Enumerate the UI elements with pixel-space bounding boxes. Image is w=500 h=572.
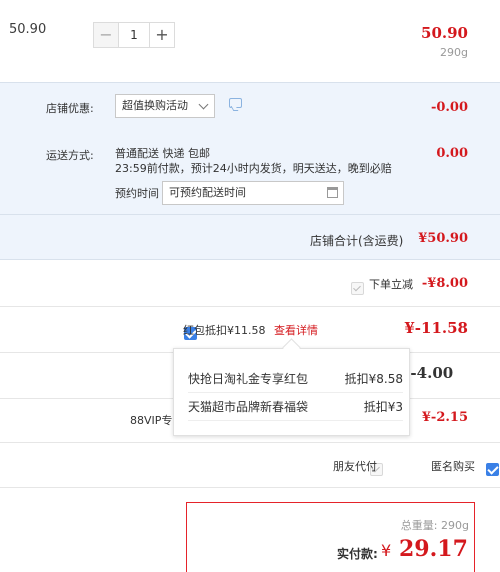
redpacket-name: 天猫超市品牌新春福袋	[188, 400, 309, 414]
shop-promo-amount: -0.00	[430, 100, 468, 115]
item-total-price: 50.90	[421, 24, 468, 42]
appointment-placeholder: 可预约配送时间	[169, 186, 246, 199]
shop-subtotal-amount: ¥50.90	[418, 231, 468, 246]
total-weight: 总重量: 290g	[401, 517, 469, 533]
redpacket-amount: ¥-11.58	[404, 319, 468, 337]
pay-amount: 29.17	[399, 536, 468, 562]
instant-discount-amount: -¥8.00	[421, 276, 468, 291]
instant-discount-label: 下单立减	[369, 278, 413, 291]
redpacket-name: 快抢日淘礼金专享红包	[188, 372, 309, 386]
redpacket-deduct-amount: 抵扣¥8.58	[344, 372, 403, 386]
calendar-icon	[327, 187, 338, 198]
popup-row: 天猫超市品牌新春福袋 抵扣¥3	[188, 393, 403, 421]
quantity-increase-button[interactable]: +	[149, 22, 175, 48]
shipping-amount: 0.00	[436, 146, 468, 161]
redpacket-label: 红包抵扣¥11.58	[183, 324, 266, 337]
chevron-down-icon	[198, 99, 209, 110]
item-weight: 290g	[440, 46, 468, 59]
anonymous-checkbox[interactable]	[486, 463, 500, 476]
total-weight-label: 总重量:	[400, 519, 438, 532]
anonymous-label: 匿名购买	[431, 460, 475, 473]
redpacket-detail-popup: 快抢日淘礼金专享红包 抵扣¥8.58 天猫超市品牌新春福袋 抵扣¥3	[173, 348, 410, 436]
order-item-row: 50.90 − 1 + 50.90 290g	[0, 0, 500, 82]
shop-summary-section: 店铺优惠: 超值换购活动 -0.00 运送方式: 普通配送 快递 包邮 23:5…	[0, 82, 500, 260]
pay-label: 实付款:	[337, 547, 378, 561]
shop-promo-label: 店铺优惠:	[46, 102, 94, 115]
redpacket-deduct-amount: 抵扣¥3	[363, 400, 403, 414]
shipping-promise: 23:59前付款，预计24小时内发货，明天送达，晚到必赔	[115, 162, 392, 175]
currency-symbol: ¥	[381, 541, 392, 560]
shipping-info: 普通配送 快递 包邮 23:59前付款，预计24小时内发货，明天送达，晚到必赔	[115, 146, 392, 176]
quantity-input[interactable]: 1	[119, 22, 149, 48]
popup-row: 快抢日淘礼金专享红包 抵扣¥8.58	[188, 365, 403, 393]
divider	[0, 442, 500, 443]
shop-promo-select[interactable]: 超值换购活动	[115, 94, 215, 118]
divider	[0, 487, 500, 488]
item-unit-price: 50.90	[9, 22, 47, 37]
payment-total-box: 总重量: 290g 实付款: ¥ 29.17	[186, 502, 475, 572]
total-weight-value: 290g	[441, 519, 469, 532]
friend-pay-label: 朋友代付	[333, 460, 377, 473]
vip-discount-amount: ¥-2.15	[421, 410, 468, 425]
message-icon[interactable]	[229, 98, 242, 108]
divider	[0, 306, 500, 307]
quantity-stepper: − 1 +	[93, 22, 175, 48]
appointment-label: 预约时间	[115, 187, 159, 200]
divider	[0, 214, 500, 215]
quantity-decrease-button[interactable]: −	[93, 22, 119, 48]
redpacket-detail-link[interactable]: 查看详情	[274, 322, 318, 338]
appointment-time-input[interactable]: 可预约配送时间	[162, 181, 344, 205]
shop-promo-select-value: 超值换购活动	[122, 99, 188, 112]
instant-discount-checkbox[interactable]	[351, 282, 364, 295]
shop-subtotal-label: 店铺合计(含运费)	[310, 234, 404, 248]
vip-discount-label: 88VIP专	[130, 414, 173, 427]
shipping-label: 运送方式:	[46, 149, 94, 162]
shipping-method: 普通配送 快递 包邮	[115, 147, 210, 160]
